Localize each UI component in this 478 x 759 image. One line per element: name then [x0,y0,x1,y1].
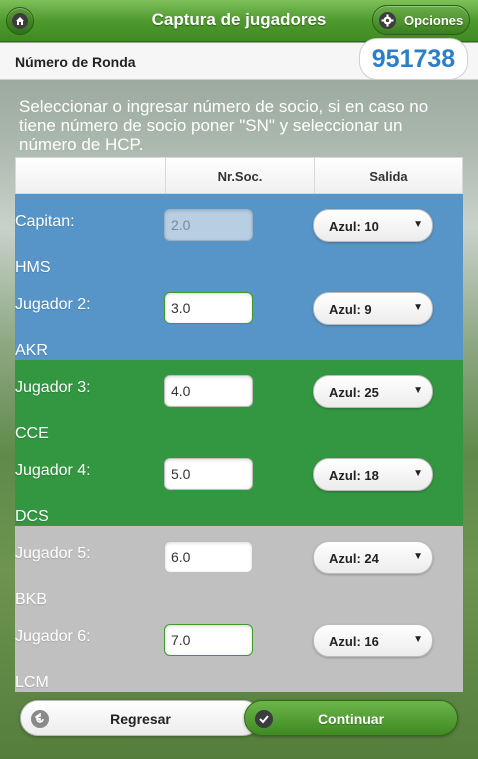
salida-select[interactable]: Azul: 9 ▼ [313,292,433,325]
continue-button[interactable]: Continuar [244,700,458,736]
column-header-salida: Salida [369,169,408,184]
column-header-empty [16,158,166,193]
player-name: Jugador 4: [15,462,91,479]
salida-select[interactable]: Azul: 18 ▼ [313,458,433,491]
ronda-label: Número de Ronda [15,54,136,70]
dropdown-arrow-icon: ▼ [413,302,423,313]
player-name: Jugador 3: [15,379,91,396]
footer-bar: Regresar Continuar [0,692,478,759]
gear-icon [379,12,396,29]
continue-label: Continuar [317,711,385,727]
instructions-text: Seleccionar o ingresar número de socio, … [19,97,429,154]
member-number-input[interactable]: 5.0 [164,458,253,490]
player-row: Jugador 4: 5.0 Azul: 18 ▼ DCS [15,443,463,526]
salida-value: Azul: 16 [329,634,379,649]
back-label: Regresar [110,711,171,727]
member-number-input[interactable]: 2.0 [164,209,253,241]
player-name: Jugador 2: [15,296,91,313]
team-group-blue: Capitan: 2.0 Azul: 10 ▼ HMS Jugador 2: 3… [15,194,463,360]
player-code: BKB [15,591,48,608]
table-header: Nr.Soc. Salida [15,157,463,194]
dropdown-arrow-icon: ▼ [413,634,423,645]
salida-select[interactable]: Azul: 16 ▼ [313,624,433,657]
salida-value: Azul: 24 [329,551,379,566]
member-number-input[interactable]: 6.0 [164,541,253,573]
options-button[interactable]: Opciones [372,5,470,35]
dropdown-arrow-icon: ▼ [413,468,423,479]
team-group-gray: Jugador 5: 6.0 Azul: 24 ▼ BKB Jugador 6:… [15,526,463,692]
salida-value: Azul: 10 [329,219,379,234]
player-code: DCS [15,508,49,525]
salida-value: Azul: 25 [329,385,379,400]
player-row: Jugador 6: 7.0 Azul: 16 ▼ LCM [15,609,463,692]
salida-select[interactable]: Azul: 25 ▼ [313,375,433,408]
salida-value: Azul: 18 [329,468,379,483]
player-code: CCE [15,425,49,442]
player-name: Capitan: [15,213,75,230]
player-code: LCM [15,674,49,691]
member-number-input[interactable]: 3.0 [164,292,253,324]
member-number-input[interactable]: 7.0 [164,624,253,656]
dropdown-arrow-icon: ▼ [413,551,423,562]
players-table: Nr.Soc. Salida Capitan: 2.0 Azul: 10 ▼ H… [15,157,463,692]
salida-select[interactable]: Azul: 24 ▼ [313,541,433,574]
back-button[interactable]: Regresar [20,700,261,736]
player-name: Jugador 5: [15,545,91,562]
app-header: Captura de jugadores Opciones [0,0,478,42]
ronda-number: 951738 [359,38,468,80]
player-code: AKR [15,342,48,359]
member-number-input[interactable]: 4.0 [164,375,253,407]
player-row: Jugador 5: 6.0 Azul: 24 ▼ BKB [15,526,463,609]
salida-value: Azul: 9 [329,302,372,317]
dropdown-arrow-icon: ▼ [413,385,423,396]
salida-select[interactable]: Azul: 10 ▼ [313,209,433,242]
player-row: Jugador 2: 3.0 Azul: 9 ▼ AKR [15,277,463,360]
player-name: Jugador 6: [15,628,91,645]
column-header-nrsoc: Nr.Soc. [166,158,315,193]
player-code: HMS [15,259,51,276]
team-group-green: Jugador 3: 4.0 Azul: 25 ▼ CCE Jugador 4:… [15,360,463,526]
options-label: Opciones [404,13,464,28]
player-row: Capitan: 2.0 Azul: 10 ▼ HMS [15,194,463,277]
player-row: Jugador 3: 4.0 Azul: 25 ▼ CCE [15,360,463,443]
dropdown-arrow-icon: ▼ [413,219,423,230]
